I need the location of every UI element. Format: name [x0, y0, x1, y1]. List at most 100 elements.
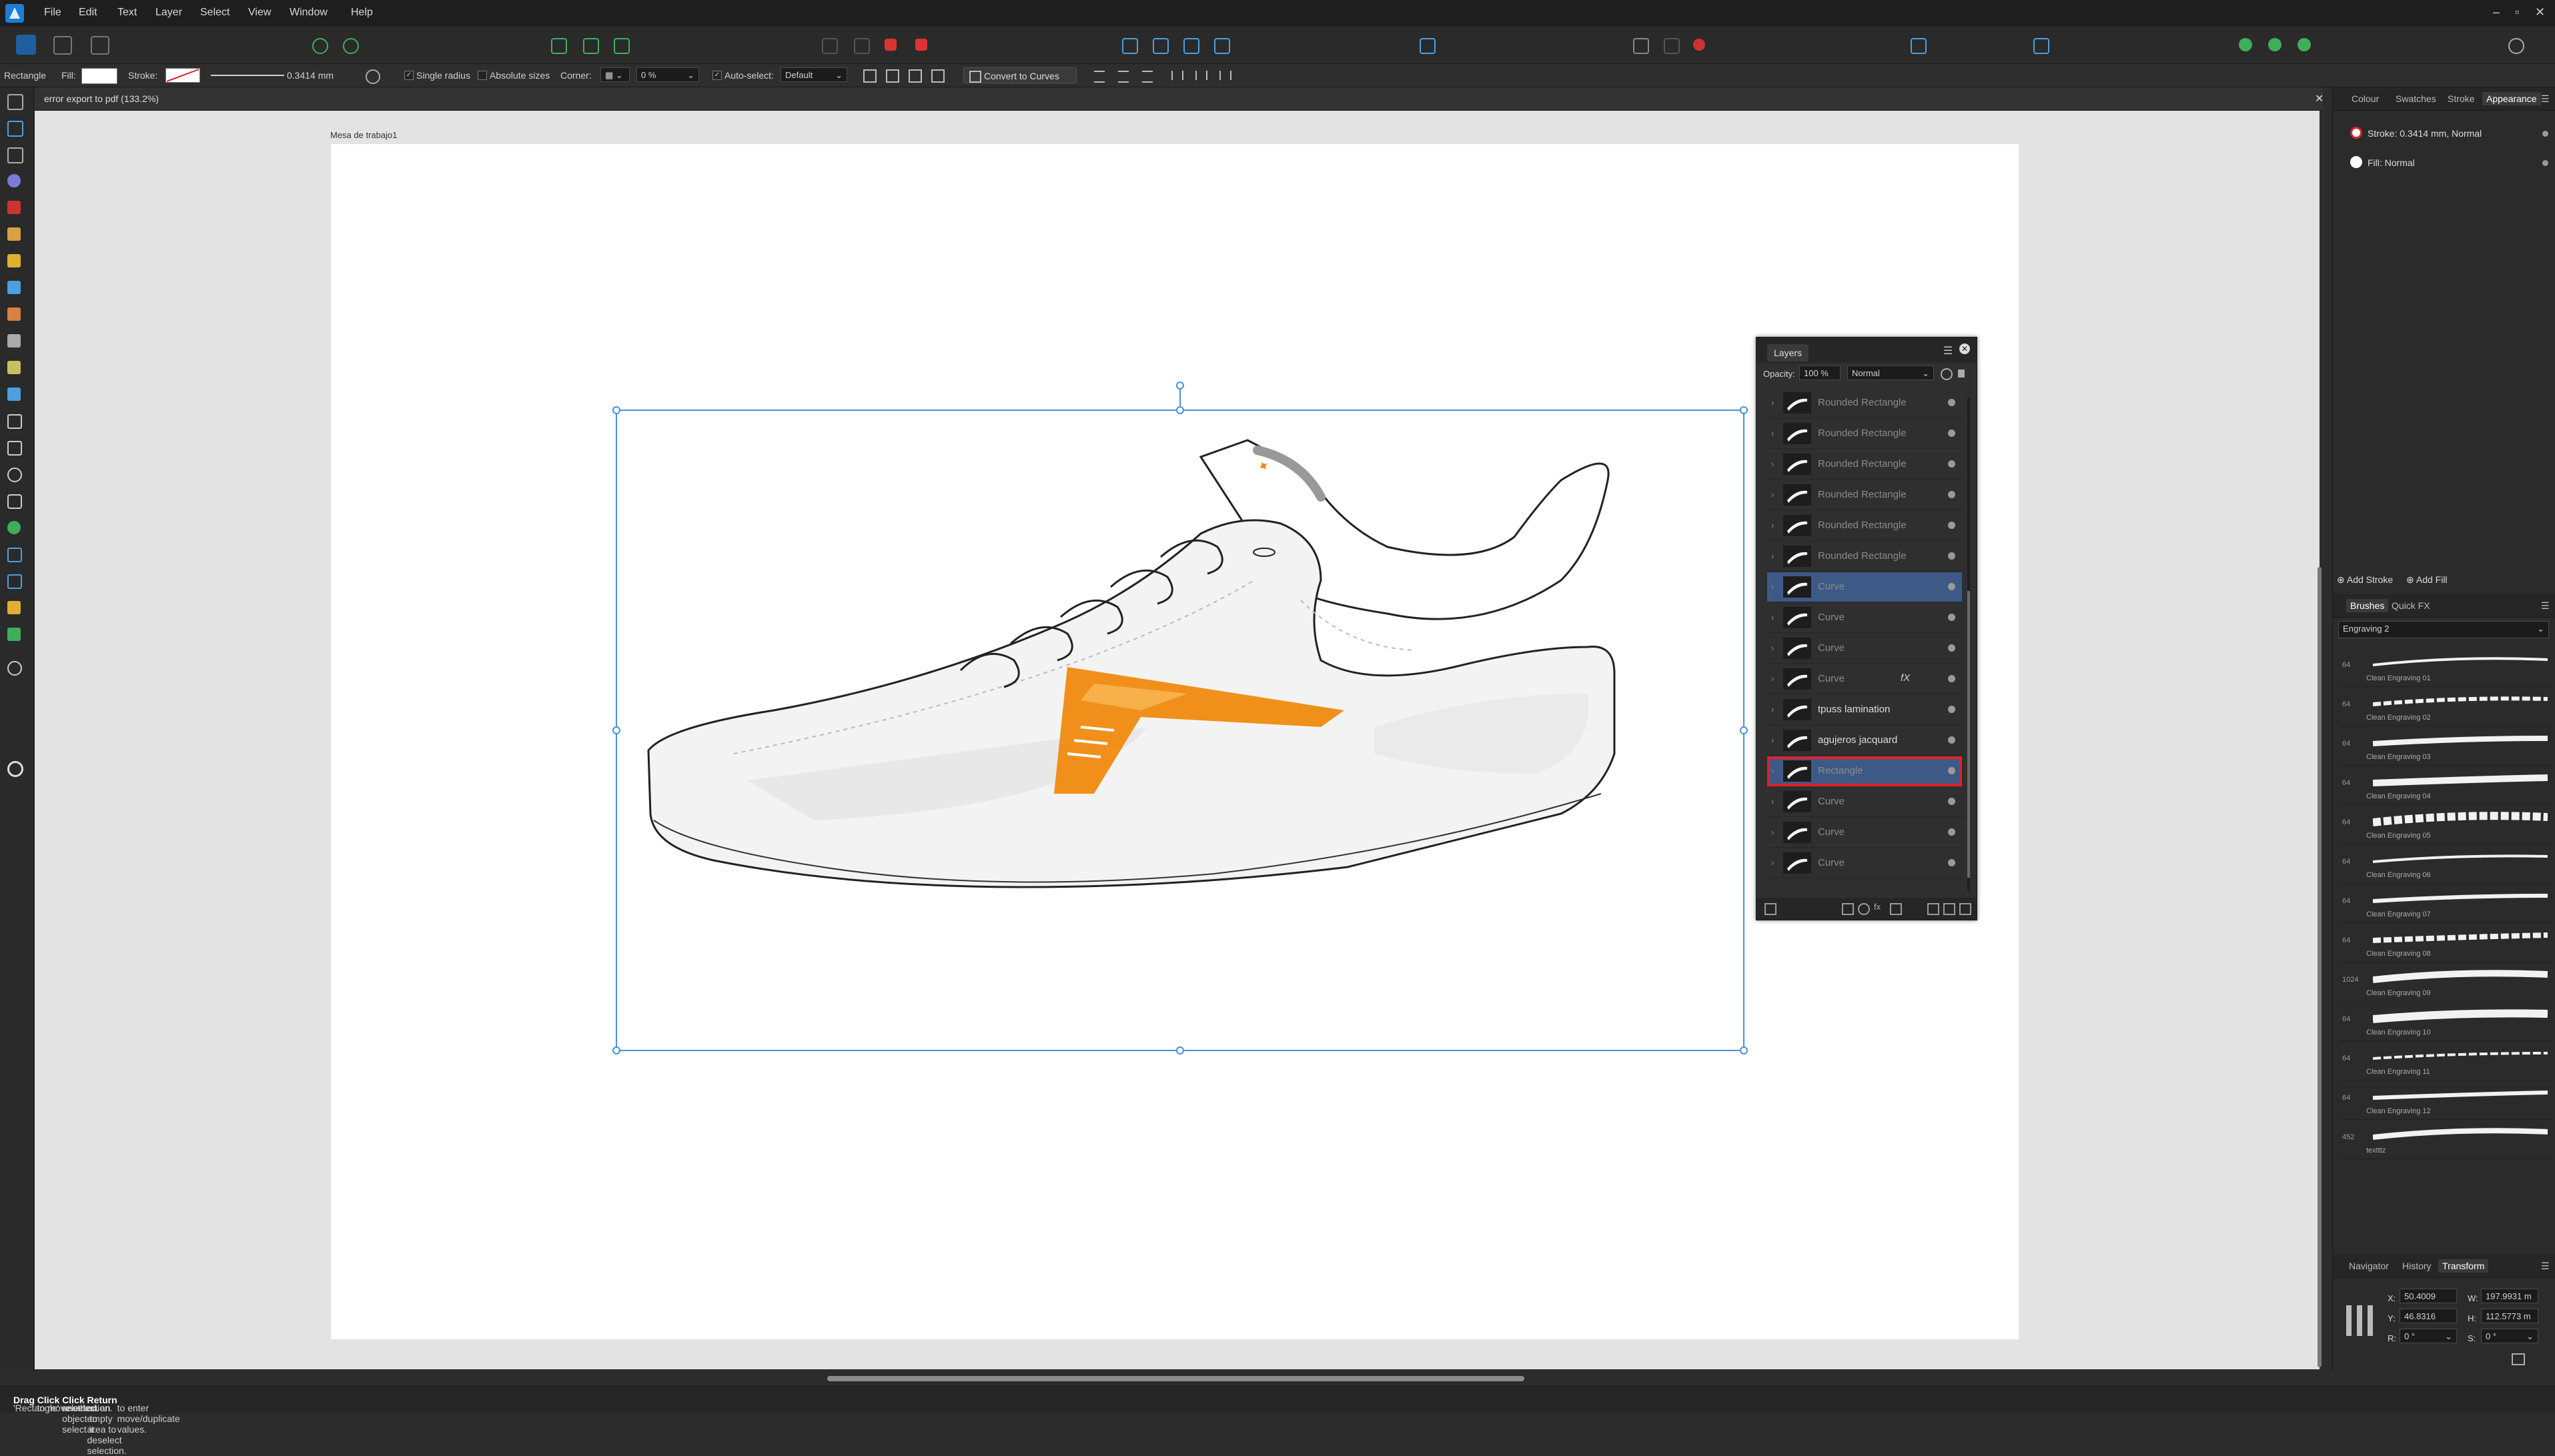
lock-aspect-icon[interactable] — [2512, 1353, 2525, 1365]
transparency-tool-icon[interactable] — [7, 361, 21, 374]
tab-transform[interactable]: Transform — [2438, 1259, 2489, 1273]
paint-brush-tool-icon[interactable] — [7, 307, 21, 321]
pixel-persona-icon[interactable] — [53, 36, 72, 55]
menu-layer[interactable]: Layer — [155, 7, 182, 19]
move-tool-icon[interactable] — [7, 94, 23, 110]
horizontal-scrollbar[interactable] — [827, 1376, 1524, 1381]
rotate-left-icon[interactable] — [1183, 38, 1199, 54]
layer-visibility-icon[interactable] — [1948, 706, 1955, 713]
adjustment-layer-icon[interactable] — [1858, 903, 1870, 915]
insert-behind-icon[interactable] — [2033, 38, 2049, 54]
tab-quick-fx[interactable]: Quick FX — [2392, 600, 2430, 611]
brush-category-dropdown[interactable]: Engraving 2 ⌄ — [2338, 621, 2549, 638]
mask-layer-icon[interactable] — [1842, 903, 1854, 915]
layer-row[interactable]: › tpuss lamination — [1767, 695, 1962, 725]
opacity-field[interactable]: 100 % — [1799, 366, 1841, 380]
transform-menu-icon[interactable]: ☰ — [2541, 1261, 2550, 1272]
stroke-width-value[interactable]: 0.3414 mm — [287, 70, 334, 81]
menu-window[interactable]: Window — [290, 7, 328, 19]
tab-navigator[interactable]: Navigator — [2349, 1261, 2389, 1271]
document-tab[interactable]: error export to pdf (133.2%) ✕ — [35, 87, 2324, 111]
brush-item[interactable]: 64 Clean Engraving 01 — [2340, 648, 2553, 687]
point-transform-tool-icon[interactable] — [7, 174, 21, 187]
brush-item[interactable]: 64 Clean Engraving 12 — [2340, 1080, 2553, 1120]
expand-chevron-icon[interactable]: › — [1771, 551, 1774, 561]
layer-visibility-icon[interactable] — [1948, 552, 1955, 560]
designer-persona-icon[interactable] — [16, 35, 36, 55]
snap-options-icon[interactable] — [1664, 38, 1680, 54]
align-right-icon[interactable] — [1142, 71, 1153, 83]
expand-chevron-icon[interactable]: › — [1771, 520, 1774, 530]
expand-chevron-icon[interactable]: › — [1771, 796, 1774, 806]
layer-row[interactable]: › agujeros jacquard — [1767, 726, 1962, 756]
stroke-settings-gear-icon[interactable] — [366, 69, 380, 84]
layer-row[interactable]: › Curve — [1767, 634, 1962, 664]
rotation-field[interactable]: 0 ° ⌄ — [2400, 1329, 2457, 1343]
layer-row[interactable]: › Curve fX — [1767, 664, 1962, 694]
tab-appearance[interactable]: Appearance — [2482, 92, 2541, 105]
brush-item[interactable]: 64 Clean Engraving 10 — [2340, 1002, 2553, 1041]
boolean-add-icon[interactable] — [822, 38, 838, 54]
brush-item[interactable]: 64 Clean Engraving 04 — [2340, 766, 2553, 805]
absolute-sizes-checkbox[interactable] — [478, 71, 487, 80]
selection-bounding-box[interactable] — [610, 377, 1751, 1057]
shear-field[interactable]: 0 ° ⌄ — [2481, 1329, 2538, 1343]
boolean-subtract-icon[interactable] — [854, 38, 870, 54]
layer-row[interactable]: › Curve — [1767, 603, 1962, 633]
rectangle-tool-icon[interactable] — [7, 441, 22, 456]
menu-edit[interactable]: Edit — [79, 7, 97, 19]
stroke-visibility-icon[interactable] — [2542, 131, 2548, 137]
rounded-rectangle-tool-icon[interactable] — [7, 494, 22, 509]
brush-item[interactable]: 64 Clean Engraving 05 — [2340, 805, 2553, 844]
corner-type-dropdown[interactable]: ▦ ⌄ — [600, 67, 630, 82]
boolean-intersect-icon[interactable] — [885, 39, 897, 51]
anchor-selector-icon[interactable] — [2346, 1305, 2377, 1336]
expand-chevron-icon[interactable]: › — [1771, 643, 1774, 653]
auto-select-dropdown[interactable]: Default ⌄ — [781, 67, 847, 82]
vertical-scrollbar[interactable] — [2318, 567, 2322, 1367]
tab-swatches[interactable]: Swatches — [2396, 93, 2436, 104]
layers-scroll-thumb[interactable] — [1967, 591, 1970, 878]
corner-value-field[interactable]: 0 % ⌄ — [636, 67, 699, 82]
rotate-right-icon[interactable] — [1214, 38, 1230, 54]
layer-options-icon[interactable] — [1764, 903, 1776, 915]
pencil-tool-icon[interactable] — [7, 254, 21, 267]
stroke-width-slider[interactable] — [211, 75, 284, 76]
fill-tool-icon[interactable] — [7, 334, 21, 347]
expand-chevron-icon[interactable]: › — [1771, 582, 1774, 592]
transform-objects-icon[interactable] — [909, 69, 922, 83]
expand-chevron-icon[interactable]: › — [1771, 398, 1774, 408]
brush-item[interactable]: 64 Clean Engraving 11 — [2340, 1041, 2553, 1080]
fill-swatch[interactable] — [81, 68, 117, 84]
pen-tool-icon[interactable] — [7, 227, 21, 241]
brush-item[interactable]: 64 Clean Engraving 07 — [2340, 884, 2553, 923]
vector-brush-tool-icon[interactable] — [7, 281, 21, 294]
expand-chevron-icon[interactable]: › — [1771, 674, 1774, 684]
layer-visibility-icon[interactable] — [1948, 460, 1955, 468]
layer-visibility-icon[interactable] — [1948, 736, 1955, 744]
brush-item[interactable]: 64 Clean Engraving 03 — [2340, 726, 2553, 766]
layer-visibility-icon[interactable] — [1948, 644, 1955, 652]
add-stroke-button[interactable]: ⊕ Add Stroke — [2337, 574, 2393, 586]
expand-chevron-icon[interactable]: › — [1771, 459, 1774, 469]
convert-to-curves-button[interactable]: Convert to Curves — [963, 67, 1077, 83]
add-layer-icon[interactable] — [1943, 903, 1955, 915]
live-filter-icon[interactable] — [1890, 903, 1902, 915]
align-bottom-icon[interactable] — [1219, 71, 1231, 80]
snapping-magnet-icon[interactable] — [1693, 39, 1705, 51]
flip-vertical-icon[interactable] — [1153, 38, 1169, 54]
add-fill-button[interactable]: ⊕ Add Fill — [2406, 574, 2448, 586]
brush-item[interactable]: 1024 Clean Engraving 09 — [2340, 962, 2553, 1002]
tab-brushes[interactable]: Brushes — [2346, 599, 2389, 612]
layer-row[interactable]: › Rounded Rectangle — [1767, 542, 1962, 572]
artistic-text-tool-icon[interactable] — [7, 548, 22, 562]
snapping-icon[interactable] — [343, 38, 359, 54]
layer-row[interactable]: › Rounded Rectangle — [1767, 388, 1962, 418]
document-settings-icon[interactable] — [312, 38, 328, 54]
artboard-tool-icon[interactable] — [7, 121, 23, 137]
auto-select-checkbox[interactable]: ✓ — [712, 71, 722, 80]
blend-mode-dropdown[interactable]: Normal ⌄ — [1847, 366, 1934, 380]
layer-visibility-icon[interactable] — [1948, 430, 1955, 437]
tab-stroke[interactable]: Stroke — [2448, 93, 2474, 104]
single-radius-checkbox[interactable]: ✓ — [404, 71, 414, 80]
